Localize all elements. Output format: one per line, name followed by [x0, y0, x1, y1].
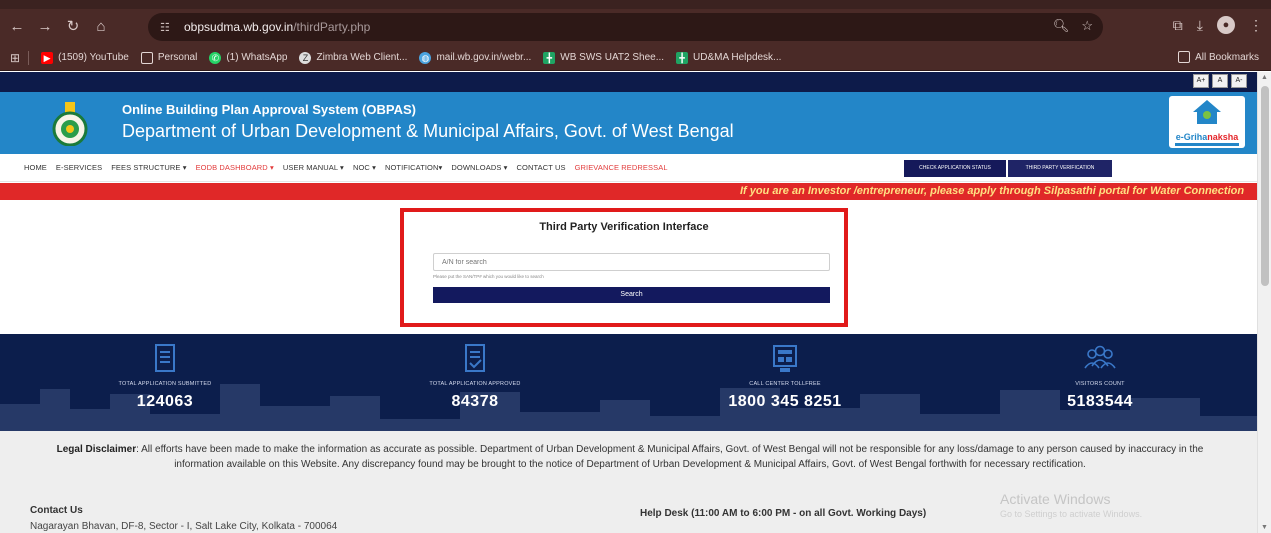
bookmark-whatsapp[interactable]: ✆ (1) WhatsApp [209, 51, 287, 64]
site-header: Online Building Plan Approval System (OB… [0, 92, 1257, 154]
bookmark-zimbra[interactable]: Z Zimbra Web Client... [299, 51, 407, 64]
government-emblem-icon [52, 102, 88, 146]
bookmark-star-icon[interactable]: ☆ [1081, 18, 1093, 34]
house-logo-icon [1193, 100, 1221, 124]
stat-call-center: CALL CENTER TOLLFREE 1800 345 8251 [675, 342, 895, 411]
web-page: A+ A A- Online Building Plan Approval Sy… [0, 72, 1257, 533]
home-icon[interactable]: ⌂ [90, 16, 112, 38]
font-decrease-button[interactable]: A- [1231, 74, 1247, 88]
contact-address: Nagarayan Bhavan, DF-8, Sector - I, Salt… [30, 521, 338, 532]
contact-us-heading: Contact Us [30, 505, 83, 516]
address-bar[interactable]: ☷ obpsudma.wb.gov.in/thirdParty.php 🔍︎ ☆ [148, 13, 1103, 41]
search-button[interactable]: Search [433, 287, 830, 303]
zoom-icon[interactable]: 🔍︎ [1053, 18, 1070, 34]
bookmark-personal[interactable]: Personal [140, 51, 197, 64]
stat-label: CALL CENTER TOLLFREE [749, 381, 821, 387]
youtube-icon: ▶ [41, 51, 54, 64]
news-ticker: If you are an Investor /entrepreneur, pl… [0, 183, 1257, 200]
stat-label: TOTAL APPLICATION SUBMITTED [118, 381, 212, 387]
menu-e-services[interactable]: E-SERVICES [56, 163, 102, 172]
bookmark-wb-sws[interactable]: ╋ WB SWS UAT2 Shee... [543, 51, 664, 64]
stat-total-submitted: TOTAL APPLICATION SUBMITTED 124063 [55, 342, 275, 411]
approved-document-icon [465, 344, 485, 372]
page-scrollbar[interactable]: ▲ ▼ [1257, 72, 1271, 533]
menu-fees-structure[interactable]: FEES STRUCTURE ▾ [111, 163, 186, 172]
stat-label: TOTAL APPLICATION APPROVED [429, 381, 521, 387]
address-url: obpsudma.wb.gov.in/thirdParty.php [184, 20, 371, 34]
stat-visitors: VISITORS COUNT 5183544 [990, 342, 1210, 411]
header-department-name: Department of Urban Development & Munici… [122, 121, 734, 141]
scroll-up-arrow-icon[interactable]: ▲ [1261, 74, 1268, 81]
download-icon[interactable]: ⤓ [1197, 17, 1203, 34]
stat-value: 1800 345 8251 [728, 393, 842, 410]
apps-grid-icon[interactable]: ⊞ [10, 51, 20, 65]
forward-arrow-icon[interactable]: → [34, 16, 56, 38]
check-application-status-button[interactable]: CHECK APPLICATION STATUS [904, 160, 1006, 177]
menu-contact-us[interactable]: CONTACT US [517, 163, 566, 172]
all-bookmarks[interactable]: All Bookmarks [1178, 51, 1259, 63]
zimbra-icon: Z [299, 51, 312, 64]
document-icon [155, 344, 175, 372]
menu-user-manual[interactable]: USER MANUAL ▾ [283, 163, 344, 172]
activate-windows-subtext: Go to Settings to activate Windows. [1000, 509, 1143, 519]
footer-area: Legal Disclaimer: All efforts have been … [0, 431, 1257, 533]
scrollbar-thumb[interactable] [1261, 86, 1269, 286]
sheets-icon: ╋ [676, 51, 689, 64]
bookmark-youtube[interactable]: ▶ (1509) YouTube [41, 51, 129, 64]
application-number-search-input[interactable] [433, 253, 830, 271]
activate-windows-watermark: Activate Windows [1000, 491, 1111, 507]
stat-value: 5183544 [1067, 393, 1133, 410]
legal-disclaimer: Legal Disclaimer: All efforts have been … [56, 444, 1204, 470]
verification-title: Third Party Verification Interface [539, 221, 709, 233]
header-system-name: Online Building Plan Approval System (OB… [122, 102, 416, 117]
e-grihanaksha-logo[interactable]: e-Grihanaksha [1169, 96, 1245, 148]
menu-eodb-dashboard[interactable]: EODB DASHBOARD ▾ [196, 163, 274, 172]
statistics-band: TOTAL APPLICATION SUBMITTED 124063 TOTAL… [0, 334, 1257, 431]
sheets-icon: ╋ [543, 51, 556, 64]
menu-noc[interactable]: NOC ▾ [353, 163, 376, 172]
reload-icon[interactable]: ↻ [62, 16, 84, 38]
font-size-controls: A+ A A- [1193, 74, 1247, 88]
folder-icon [140, 51, 153, 64]
third-party-verification-button[interactable]: THIRD PARTY VERIFICATION [1008, 160, 1112, 177]
menu-grievance-redressal[interactable]: GRIEVANCE REDRESSAL [575, 163, 668, 172]
menu-downloads[interactable]: DOWNLOADS ▾ [451, 163, 507, 172]
top-band: A+ A A- [0, 72, 1257, 92]
font-increase-button[interactable]: A+ [1193, 74, 1209, 88]
bookmarks-bar: ⊞ ▶ (1509) YouTube Personal ✆ (1) WhatsApp… [0, 45, 1271, 71]
browser-toolbar: ← → ↻ ⌂ ☷ obpsudma.wb.gov.in/thirdParty.… [0, 9, 1271, 45]
site-settings-icon[interactable]: ☷ [160, 21, 174, 34]
call-center-icon [773, 345, 797, 372]
bookmark-udma-helpdesk[interactable]: ╋ UD&MA Helpdesk... [676, 51, 781, 64]
stat-value: 84378 [451, 393, 499, 410]
font-reset-button[interactable]: A [1212, 74, 1228, 88]
search-hint-text: Please put the SAN/TP# which you would l… [433, 274, 544, 279]
globe-icon: ◍ [419, 51, 432, 64]
bookmark-mail-wb[interactable]: ◍ mail.wb.gov.in/webr... [419, 51, 531, 64]
menu-home[interactable]: HOME [24, 163, 47, 172]
stat-total-approved: TOTAL APPLICATION APPROVED 84378 [365, 342, 585, 411]
extensions-icon[interactable]: ⧉ [1173, 17, 1183, 34]
main-menu: HOME E-SERVICES FEES STRUCTURE ▾ EODB DA… [0, 154, 1257, 182]
folder-icon [1178, 51, 1191, 63]
stat-value: 124063 [136, 393, 194, 410]
whatsapp-icon: ✆ [209, 51, 222, 64]
visitors-icon [1084, 345, 1116, 369]
scroll-down-arrow-icon[interactable]: ▼ [1261, 524, 1268, 531]
stat-label: VISITORS COUNT [1075, 381, 1125, 387]
profile-avatar-icon[interactable]: ● [1217, 16, 1235, 34]
back-arrow-icon[interactable]: ← [6, 16, 28, 38]
bookmarks-separator [28, 50, 30, 65]
menu-notification[interactable]: NOTIFICATION▾ [385, 163, 442, 172]
browser-menu-icon[interactable]: ⋮ [1249, 17, 1263, 34]
help-desk-heading: Help Desk (11:00 AM to 6:00 PM - on all … [640, 508, 927, 519]
browser-tab-strip [0, 0, 1271, 9]
ticker-text[interactable]: If you are an Investor /entrepreneur, pl… [740, 185, 1244, 197]
third-party-verification-panel: Third Party Verification Interface Pleas… [400, 208, 848, 327]
